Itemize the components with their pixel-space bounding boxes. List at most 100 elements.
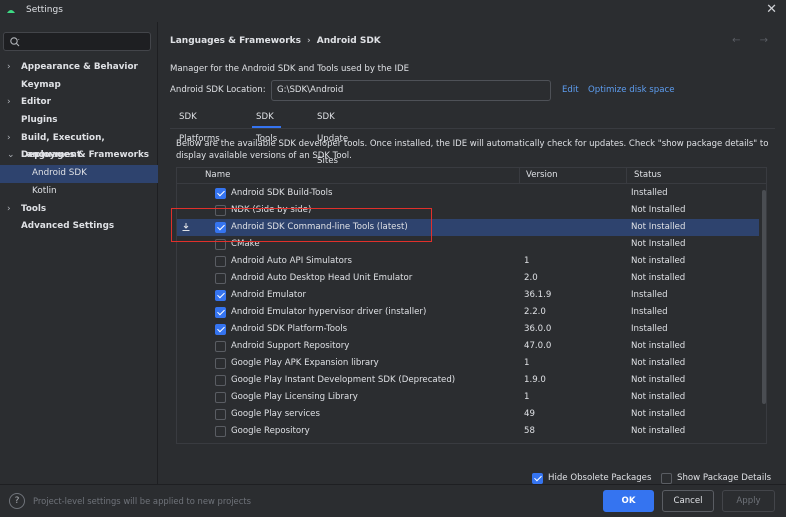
package-name: Google Play APK Expansion library bbox=[231, 358, 379, 368]
android-sdk-panel: Languages & Frameworks › Android SDK ← → M… bbox=[159, 22, 786, 484]
apply-button[interactable]: Apply bbox=[722, 490, 775, 512]
search-input[interactable] bbox=[3, 32, 151, 51]
tab-sdk-platforms[interactable]: SDK Platforms bbox=[179, 106, 220, 144]
package-version: 1 bbox=[524, 256, 530, 266]
row-checkbox[interactable] bbox=[215, 426, 226, 437]
package-status: Not Installed bbox=[631, 222, 686, 232]
package-version: 1.9.0 bbox=[524, 375, 546, 385]
column-header-name[interactable]: Name bbox=[205, 170, 230, 180]
breadcrumb-item[interactable]: Languages & Frameworks bbox=[170, 36, 301, 46]
edit-link[interactable]: Edit bbox=[562, 85, 579, 95]
close-icon[interactable]: ✕ bbox=[766, 3, 777, 17]
package-version: 2.0 bbox=[524, 273, 538, 283]
package-name: Google Play services bbox=[231, 409, 320, 419]
sidebar-item-advanced-settings[interactable]: Advanced Settings bbox=[0, 218, 158, 236]
ok-button[interactable]: OK bbox=[603, 490, 654, 512]
breadcrumb-separator: › bbox=[307, 36, 311, 46]
sidebar-item-build-execution-deployment[interactable]: › Build, Execution, Deployment bbox=[0, 130, 158, 161]
package-status: Installed bbox=[631, 188, 668, 198]
sidebar-item-plugins[interactable]: Plugins bbox=[0, 112, 158, 130]
dialog-footer: ? Project-level settings will be applied… bbox=[0, 484, 786, 517]
chevron-right-icon[interactable]: › bbox=[7, 130, 11, 148]
package-name: Android Emulator hypervisor driver (inst… bbox=[231, 307, 427, 317]
sidebar-item-kotlin[interactable]: Kotlin bbox=[0, 183, 158, 201]
package-status: Not installed bbox=[631, 256, 686, 266]
table-row[interactable]: Android Auto Desktop Head Unit Emulator 2… bbox=[177, 270, 759, 287]
sidebar-item-appearance-behavior[interactable]: › Appearance & Behavior bbox=[0, 59, 158, 77]
package-name: Android Auto API Simulators bbox=[231, 256, 352, 266]
table-row[interactable]: Google Play APK Expansion library 1 Not in… bbox=[177, 355, 759, 372]
sidebar-item-languages-frameworks[interactable]: ⌄ Languages & Frameworks bbox=[0, 147, 158, 165]
row-checkbox[interactable] bbox=[215, 290, 226, 301]
table-row[interactable]: Android Auto API Simulators 1 Not installe… bbox=[177, 253, 759, 270]
package-name: Android SDK Platform-Tools bbox=[231, 324, 348, 334]
chevron-down-icon[interactable]: ⌄ bbox=[7, 147, 15, 165]
row-checkbox[interactable] bbox=[215, 273, 226, 284]
row-checkbox[interactable] bbox=[215, 324, 226, 335]
row-checkbox[interactable] bbox=[215, 409, 226, 420]
tab-sdk-tools[interactable]: SDK Tools bbox=[251, 106, 282, 144]
row-checkbox[interactable] bbox=[215, 307, 226, 318]
table-row[interactable]: Android Support Repository 47.0.0 Not inst… bbox=[177, 338, 759, 355]
package-version: 1 bbox=[524, 358, 530, 368]
package-status: Installed bbox=[631, 324, 668, 334]
column-header-version[interactable]: Version bbox=[526, 170, 558, 180]
sidebar-item-label: Kotlin bbox=[32, 185, 57, 196]
table-row[interactable]: Android Emulator hypervisor driver (inst… bbox=[177, 304, 759, 321]
chevron-right-icon[interactable]: › bbox=[7, 94, 11, 112]
sidebar-item-label: Languages & Frameworks bbox=[21, 150, 150, 161]
package-status: Installed bbox=[631, 307, 668, 317]
table-row[interactable]: Android Emulator 36.1.9 Installed bbox=[177, 287, 759, 304]
package-status: Not Installed bbox=[631, 205, 686, 215]
android-studio-icon bbox=[7, 10, 15, 13]
history-arrows[interactable]: ← → bbox=[732, 35, 776, 46]
row-checkbox[interactable] bbox=[215, 375, 226, 386]
package-name: Google Play Licensing Library bbox=[231, 392, 358, 402]
sidebar-item-keymap[interactable]: Keymap bbox=[0, 77, 158, 95]
settings-sidebar: › Appearance & Behavior Keymap › Editor Plugi… bbox=[0, 22, 158, 484]
package-version: 58 bbox=[524, 426, 535, 436]
column-header-status[interactable]: Status bbox=[634, 170, 661, 180]
sidebar-item-label: Appearance & Behavior bbox=[21, 62, 138, 72]
table-row[interactable]: Google Repository 58 Not installed bbox=[177, 423, 759, 440]
tab-sdk-update-sites[interactable]: SDK Update Sites bbox=[317, 106, 348, 166]
row-checkbox[interactable] bbox=[215, 358, 226, 369]
package-name: Google Repository bbox=[231, 426, 310, 436]
optimize-disk-space-link[interactable]: Optimize disk space bbox=[588, 85, 675, 95]
package-status: Installed bbox=[631, 290, 668, 300]
show-details-checkbox[interactable] bbox=[661, 473, 672, 484]
package-name: Android Support Repository bbox=[231, 341, 350, 351]
sidebar-item-android-sdk[interactable]: Android SDK bbox=[0, 165, 158, 183]
search-icon bbox=[10, 37, 20, 47]
chevron-right-icon[interactable]: › bbox=[7, 201, 11, 219]
sdk-location-label: Android SDK Location: bbox=[170, 85, 266, 95]
chevron-right-icon[interactable]: › bbox=[7, 59, 11, 77]
column-divider bbox=[519, 168, 520, 184]
sidebar-item-editor[interactable]: › Editor bbox=[0, 94, 158, 112]
row-checkbox[interactable] bbox=[215, 341, 226, 352]
package-version: 36.1.9 bbox=[524, 290, 552, 300]
sdk-location-field[interactable]: G:\SDK\Android bbox=[271, 80, 551, 101]
cancel-button[interactable]: Cancel bbox=[662, 490, 714, 512]
package-status: Not installed bbox=[631, 273, 686, 283]
breadcrumb: Languages & Frameworks › Android SDK bbox=[170, 36, 381, 46]
package-version: 47.0.0 bbox=[524, 341, 552, 351]
help-icon[interactable]: ? bbox=[9, 493, 25, 509]
table-row[interactable]: Android SDK Build-Tools Installed bbox=[177, 185, 759, 202]
table-row[interactable]: Google Play services 49 Not installed bbox=[177, 406, 759, 423]
table-row[interactable]: Google Play Instant Development SDK (Dep… bbox=[177, 372, 759, 389]
row-checkbox[interactable] bbox=[215, 188, 226, 199]
row-checkbox[interactable] bbox=[215, 256, 226, 267]
panel-description: Manager for the Android SDK and Tools us… bbox=[170, 64, 410, 74]
sidebar-item-tools[interactable]: › Tools bbox=[0, 201, 158, 219]
table-row[interactable]: Google Play Licensing Library 1 Not instal… bbox=[177, 389, 759, 406]
window-title: Settings bbox=[26, 5, 63, 15]
row-checkbox[interactable] bbox=[215, 392, 226, 403]
title-bar: Settings ✕ bbox=[0, 0, 786, 22]
package-status: Not installed bbox=[631, 358, 686, 368]
table-scrollbar[interactable] bbox=[762, 190, 766, 404]
table-row[interactable]: Android SDK Platform-Tools 36.0.0 Installe… bbox=[177, 321, 759, 338]
hide-obsolete-checkbox[interactable] bbox=[532, 473, 543, 484]
table-header: Name Version Status bbox=[177, 168, 766, 184]
sdk-tools-info: Below are the available SDK developer to… bbox=[176, 139, 769, 161]
